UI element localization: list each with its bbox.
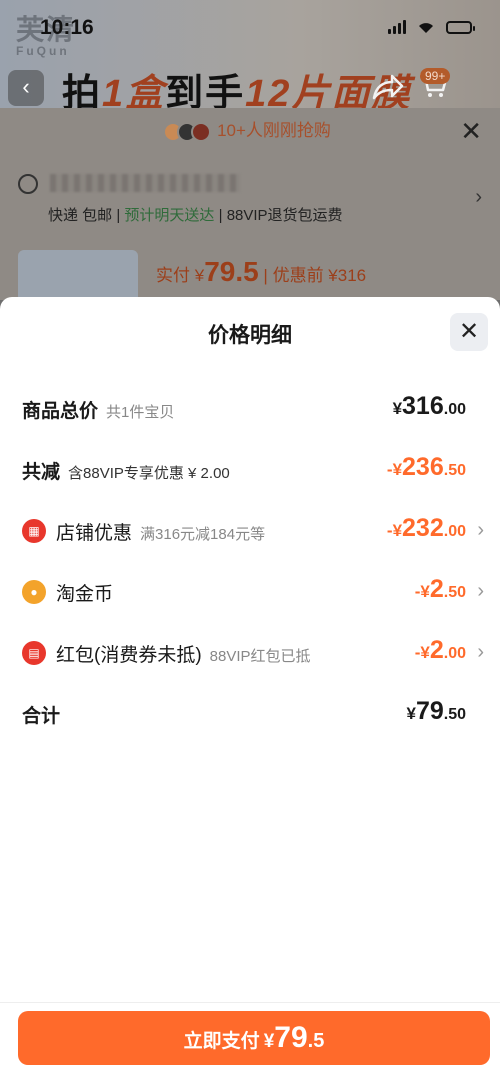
row-label: 店铺优惠 满316元减184元等 — [56, 518, 265, 545]
price-row-total-discount: 共减 含88VIP专享优惠 ¥ 2.00 -¥236.50 — [22, 449, 484, 489]
amount-dec: .00 — [443, 645, 466, 662]
shipping-eta: 预计明天送达 — [124, 207, 215, 224]
price-before-discount: 优惠前 ¥316 — [272, 266, 367, 285]
row-amount: ¥79.50 — [406, 697, 466, 726]
chevron-right-icon: › — [477, 641, 484, 663]
row-label-text: 店铺优惠 — [56, 523, 133, 544]
amount-int: 79 — [415, 697, 444, 725]
status-icons — [388, 20, 475, 34]
status-bar: 10:16 — [0, 0, 500, 56]
amount-currency: -¥ — [386, 460, 403, 479]
amount-dec: .50 — [443, 462, 466, 479]
row-sub: 满316元减184元等 — [140, 526, 266, 543]
row-label: 淘金币 — [56, 579, 113, 606]
amount-int: 232 — [402, 514, 444, 542]
row-label: 合计 — [22, 701, 60, 728]
price-row-coins[interactable]: ● 淘金币 -¥2.50 › — [22, 571, 484, 611]
amount-currency: ¥ — [392, 399, 403, 418]
pay-button-label: 立即支付 — [183, 1031, 260, 1052]
shipping-info: 快递 包邮 | 预计明天送达 | 88VIP退货包运费 — [48, 204, 343, 225]
separator: | — [218, 207, 223, 224]
battery-icon — [446, 20, 475, 34]
price-row-store-discount[interactable]: ▦ 店铺优惠 满316元减184元等 -¥232.00 › — [22, 510, 484, 550]
wifi-icon — [419, 23, 433, 33]
row-sub: 共1件宝贝 — [106, 404, 175, 421]
separator: | — [116, 207, 121, 224]
shipping-courier: 快递 包邮 — [48, 207, 113, 224]
recent-buyers: 10+人刚刚抢购 — [0, 116, 500, 142]
price-row-red-packet[interactable]: ▤ 红包(消费券未抵) 88VIP红包已抵 -¥2.00 › — [22, 632, 484, 672]
back-button[interactable]: ‹ — [8, 70, 44, 106]
row-label-text: 淘金币 — [56, 584, 114, 605]
background-page: 芙清 FuQun 10:16 ‹ 拍1盒到手12片面膜 99+ 10+人刚刚抢购… — [0, 0, 500, 300]
row-label: 商品总价 共1件宝贝 — [22, 396, 174, 423]
amount-currency: -¥ — [414, 643, 430, 662]
coin-icon: ● — [22, 580, 46, 604]
red-packet-icon: ▤ — [22, 641, 46, 665]
pay-button-dec: .5 — [307, 1030, 325, 1052]
address-redacted[interactable] — [50, 174, 240, 192]
recent-buyers-text: 10+人刚刚抢购 — [217, 121, 331, 140]
amount-currency: -¥ — [414, 582, 430, 601]
pay-button-currency: ¥ — [263, 1031, 275, 1052]
share-icon[interactable] — [370, 72, 404, 102]
buyer-avatars — [163, 121, 212, 142]
amount-dec: .00 — [443, 523, 466, 540]
close-button[interactable]: ✕ — [450, 313, 488, 351]
location-pin-icon — [18, 174, 38, 194]
cellular-signal-icon — [388, 20, 406, 34]
row-label: 共减 含88VIP专享优惠 ¥ 2.00 — [22, 457, 230, 484]
price-row-total: 合计 ¥79.50 — [22, 693, 484, 733]
chevron-right-icon[interactable]: › — [475, 186, 482, 209]
row-amount: ¥316.00 — [393, 392, 466, 421]
row-amount: -¥2.00 — [415, 636, 466, 665]
price-label: 实付 ¥ — [156, 266, 205, 285]
sheet-title: 价格明细 — [208, 324, 292, 347]
row-sub: 含88VIP专享优惠 ¥ 2.00 — [68, 465, 230, 482]
chevron-right-icon: › — [477, 580, 484, 602]
store-icon: ▦ — [22, 519, 46, 543]
status-time: 10:16 — [40, 16, 94, 39]
amount-int: 236 — [402, 453, 444, 481]
amount-int: 2 — [429, 636, 444, 664]
row-label-text: 合计 — [22, 706, 61, 727]
close-icon: ✕ — [458, 318, 480, 345]
row-label-text: 共减 — [22, 462, 61, 483]
product-price: 实付 ¥79.5 | 优惠前 ¥316 — [156, 256, 366, 288]
row-sub: 88VIP红包已抵 — [209, 648, 311, 665]
pay-now-button[interactable]: 立即支付 ¥79.5 — [18, 1011, 490, 1065]
amount-dec: .50 — [443, 584, 466, 601]
price-detail-sheet: 价格明细 ✕ 商品总价 共1件宝贝 ¥316.00 共减 含88VIP专享优惠 ¥ … — [0, 297, 500, 1074]
row-amount: -¥236.50 — [387, 453, 466, 482]
product-thumbnail — [18, 250, 138, 300]
cart-badge: 99+ — [420, 68, 451, 84]
amount-currency: -¥ — [386, 521, 403, 540]
amount-int: 2 — [429, 575, 444, 603]
avatar — [191, 121, 212, 142]
row-label-text: 红包(消费券未抵) — [56, 645, 202, 666]
price-value: 79.5 — [204, 256, 259, 287]
amount-currency: ¥ — [406, 704, 416, 723]
row-amount: -¥2.50 — [415, 575, 466, 604]
amount-dec: .50 — [443, 706, 466, 723]
return-policy: 88VIP退货包运费 — [226, 207, 343, 224]
separator: | — [263, 266, 268, 285]
footer-divider — [0, 1002, 500, 1003]
amount-int: 316 — [402, 392, 444, 420]
row-label: 红包(消费券未抵) 88VIP红包已抵 — [56, 640, 311, 667]
row-amount: -¥232.00 — [387, 514, 466, 543]
amount-dec: .00 — [443, 401, 466, 418]
price-row-goods-total: 商品总价 共1件宝贝 ¥316.00 — [22, 388, 484, 428]
chevron-right-icon: › — [477, 519, 484, 541]
row-label-text: 商品总价 — [22, 401, 99, 422]
sku-close-icon[interactable]: ✕ — [460, 116, 482, 147]
pay-button-int: 79 — [274, 1021, 308, 1054]
